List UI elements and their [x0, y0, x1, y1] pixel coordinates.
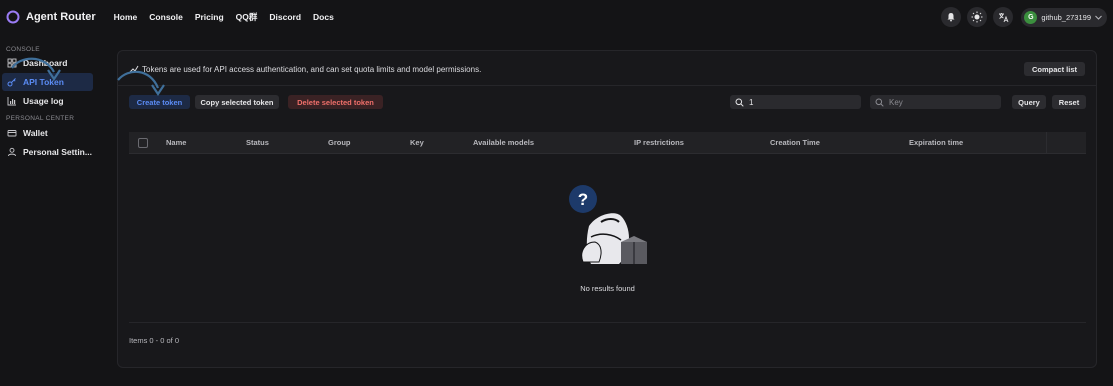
nav-qq[interactable]: QQ群: [236, 11, 258, 23]
search-icon: [875, 98, 884, 107]
sidebar-item-usage-log[interactable]: Usage log: [2, 92, 94, 110]
token-panel: Tokens are used for API access authentic…: [117, 50, 1097, 368]
name-search-field[interactable]: [730, 95, 861, 109]
column-header-expiration-time[interactable]: Expiration time: [909, 138, 963, 147]
wallet-icon: [7, 130, 17, 137]
line-chart-icon: [129, 65, 139, 73]
nav-discord[interactable]: Discord: [269, 12, 301, 22]
description-text: Tokens are used for API access authentic…: [142, 64, 482, 74]
chevron-down-icon: [1095, 15, 1102, 20]
key-icon: [7, 78, 16, 87]
avatar: G: [1024, 10, 1038, 24]
compact-list-button[interactable]: Compact list: [1024, 62, 1085, 76]
column-divider: [1046, 132, 1047, 154]
user-menu[interactable]: G github_273199: [1021, 7, 1107, 27]
reset-button[interactable]: Reset: [1052, 95, 1086, 109]
sidebar-item-personal-settings[interactable]: Personal Settin...: [2, 143, 94, 161]
sidebar: CONSOLE Dashboard API Token Usage log PE…: [0, 46, 100, 162]
app-title[interactable]: Agent Router: [26, 11, 96, 23]
sun-icon: [971, 11, 983, 23]
chart-icon: [7, 97, 16, 106]
sidebar-item-label: Personal Settin...: [23, 147, 92, 157]
notifications-button[interactable]: [941, 7, 962, 27]
user-icon: [8, 147, 16, 157]
sidebar-item-label: Dashboard: [23, 58, 68, 68]
table-bottom-border: [129, 322, 1086, 323]
column-header-group[interactable]: Group: [328, 138, 351, 147]
sidebar-item-wallet[interactable]: Wallet: [2, 124, 94, 142]
nav-console[interactable]: Console: [149, 12, 183, 22]
column-header-status[interactable]: Status: [246, 138, 269, 147]
theme-toggle-button[interactable]: [967, 7, 988, 27]
name-search-input[interactable]: [749, 97, 849, 107]
section-label-console: CONSOLE: [6, 46, 40, 53]
empty-state-text: No results found: [580, 284, 635, 293]
copy-selected-token-button[interactable]: Copy selected token: [195, 95, 279, 109]
divider: [118, 85, 1096, 86]
top-navbar: Agent Router Home Console Pricing QQ群 Di…: [0, 0, 1113, 34]
column-header-creation-time[interactable]: Creation Time: [770, 138, 820, 147]
create-token-button[interactable]: Create token: [129, 95, 190, 109]
sidebar-item-label: API Token: [23, 77, 64, 87]
sidebar-item-api-token[interactable]: API Token: [2, 73, 93, 91]
nav-docs[interactable]: Docs: [313, 12, 334, 22]
sidebar-item-dashboard[interactable]: Dashboard: [2, 54, 94, 72]
sidebar-item-label: Wallet: [23, 128, 48, 138]
column-header-available-models[interactable]: Available models: [473, 138, 534, 147]
key-search-field[interactable]: [870, 95, 1001, 109]
nav-pricing[interactable]: Pricing: [195, 12, 224, 22]
nav-home[interactable]: Home: [114, 12, 138, 22]
column-header-key[interactable]: Key: [410, 138, 424, 147]
token-table: Name Status Group Key Available models I…: [129, 132, 1086, 323]
delete-selected-token-button[interactable]: Delete selected token: [288, 95, 383, 109]
logo-icon: [6, 10, 20, 24]
query-button[interactable]: Query: [1012, 95, 1046, 109]
column-header-ip-restrictions[interactable]: IP restrictions: [634, 138, 684, 147]
sidebar-item-label: Usage log: [23, 96, 64, 106]
section-label-personal: PERSONAL CENTER: [6, 115, 75, 122]
grid-icon: [7, 58, 17, 68]
svg-text:?: ?: [578, 190, 588, 209]
translate-icon: [998, 12, 1009, 22]
select-all-checkbox[interactable]: [138, 138, 148, 148]
language-button[interactable]: [993, 7, 1014, 27]
empty-state-illustration: ?: [569, 185, 647, 264]
username: github_273199: [1041, 12, 1091, 22]
search-icon: [735, 98, 744, 107]
column-header-name[interactable]: Name: [166, 138, 186, 147]
pagination-info: Items 0 - 0 of 0: [129, 336, 180, 345]
description: Tokens are used for API access authentic…: [129, 64, 481, 74]
key-search-input[interactable]: [889, 97, 989, 107]
bell-icon: [947, 13, 955, 22]
table-header: Name Status Group Key Available models I…: [129, 132, 1086, 154]
